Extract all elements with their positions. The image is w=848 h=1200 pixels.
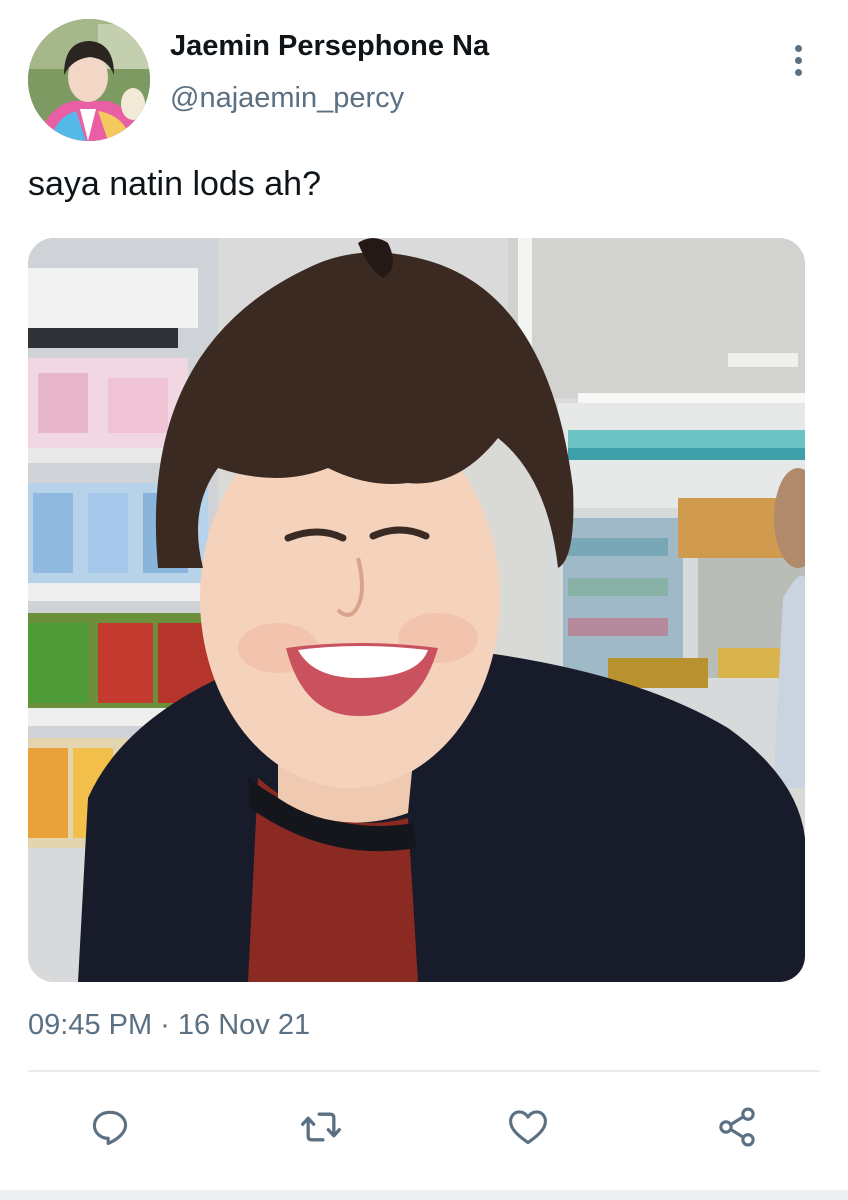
share-nodes-icon <box>719 1107 755 1147</box>
avatar[interactable] <box>28 19 150 141</box>
more-options-button[interactable] <box>778 38 818 82</box>
tweet-card: Jaemin Persephone Na @najaemin_percy say… <box>0 0 848 1200</box>
heart-icon <box>509 1110 547 1145</box>
tweet-text: saya natin lods ah? <box>28 165 321 203</box>
share-button[interactable] <box>712 1102 762 1152</box>
speech-bubble-icon <box>92 1110 128 1146</box>
tweet-photo[interactable] <box>28 238 805 982</box>
avatar-image <box>28 19 150 141</box>
retweet-arrows-icon <box>301 1112 341 1142</box>
bottom-border <box>0 1190 848 1200</box>
user-handle[interactable]: @najaemin_percy <box>170 82 404 115</box>
more-dot-icon <box>794 56 802 64</box>
tweet-timestamp[interactable]: 09:45 PM · 16 Nov 21 <box>28 1009 310 1042</box>
retweet-button[interactable] <box>296 1102 346 1152</box>
more-dot-icon <box>794 44 802 52</box>
display-name[interactable]: Jaemin Persephone Na <box>170 30 489 63</box>
photo-store-selfie <box>28 238 805 982</box>
more-dot-icon <box>794 68 802 76</box>
divider <box>28 1070 820 1072</box>
reply-button[interactable] <box>85 1102 135 1152</box>
like-button[interactable] <box>503 1102 553 1152</box>
